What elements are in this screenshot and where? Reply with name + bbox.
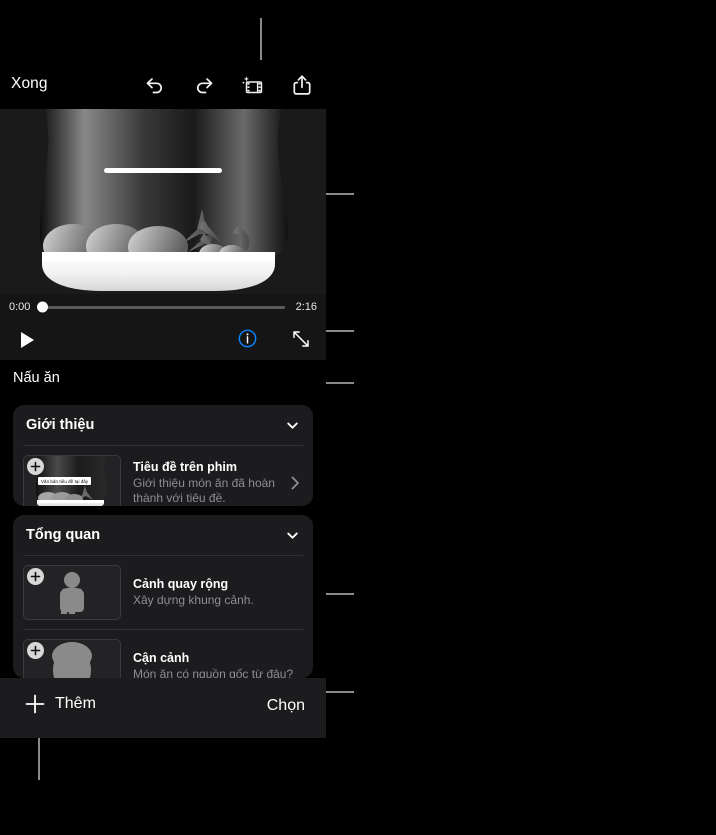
plus-badge-icon[interactable]	[27, 458, 44, 475]
row-thumbnail[interactable]	[23, 565, 121, 620]
plus-icon	[30, 571, 41, 582]
list-item[interactable]: Cận cảnh Món ăn có nguồn gốc từ đâu?	[13, 630, 313, 678]
row-thumbnail[interactable]	[23, 639, 121, 678]
toolbar-icon-group	[143, 60, 314, 109]
chevron-down-icon[interactable]	[285, 528, 300, 543]
page-title: Nấu ăn	[13, 370, 60, 386]
preview-illustration	[0, 109, 326, 294]
row-title: Tiêu đề trên phim	[133, 460, 237, 474]
redo-icon[interactable]	[192, 73, 216, 97]
section-title-overview: Tổng quan	[26, 527, 101, 543]
plus-badge-icon[interactable]	[27, 568, 44, 585]
bottom-action-bar: Thêm Chọn	[0, 678, 326, 738]
current-time-label: 0:00	[9, 301, 31, 313]
section-header-overview[interactable]: Tổng quan	[13, 515, 313, 555]
row-title: Cận cảnh	[133, 651, 190, 666]
storyboard-panel: Nấu ăn Giới thiệu Văn bản tiêu đề tại đâ…	[0, 360, 326, 678]
phone-screen: Xong 0:00 2:16 Nấu ăn Giới thiệu Văn bản…	[0, 60, 326, 738]
undo-icon[interactable]	[143, 73, 167, 97]
callout-line-preview	[326, 193, 354, 195]
list-item[interactable]: Cảnh quay rộng Xây dựng khung cảnh.	[13, 556, 313, 629]
playback-controls	[0, 320, 326, 360]
plus-badge-icon[interactable]	[27, 642, 44, 659]
plus-icon	[30, 461, 41, 472]
section-header-intro[interactable]: Giới thiệu	[13, 405, 313, 445]
storyboard-section-overview: Tổng quan Cảnh quay rộng Xây dựng khung …	[13, 515, 313, 678]
row-subtitle: Xây dựng khung cảnh.	[133, 593, 254, 608]
scrubber-bar: 0:00 2:16	[0, 294, 326, 320]
video-preview[interactable]	[0, 109, 326, 294]
thumbnail-caption: Văn bản tiêu đề tại đây	[38, 477, 92, 485]
row-thumbnail[interactable]: Văn bản tiêu đề tại đây	[23, 455, 121, 506]
row-text: Cận cảnh Món ăn có nguồn gốc từ đâu?	[133, 651, 303, 678]
home-indicator	[104, 168, 222, 173]
total-time-label: 2:16	[295, 301, 317, 313]
magic-movie-icon[interactable]	[241, 73, 265, 97]
row-text: Cảnh quay rộng Xây dựng khung cảnh.	[133, 577, 303, 608]
scrubber-track[interactable]	[37, 301, 285, 313]
add-button[interactable]: Thêm	[24, 693, 96, 715]
list-item[interactable]: Văn bản tiêu đề tại đây Tiêu đề trên phi…	[13, 446, 313, 506]
chevron-down-icon[interactable]	[285, 418, 300, 433]
section-title-intro: Giới thiệu	[26, 417, 95, 433]
info-circle-icon[interactable]	[238, 329, 257, 348]
row-subtitle: Giới thiệu món ăn đã hoàn thành với tiêu…	[133, 476, 275, 505]
expand-fullscreen-icon[interactable]	[291, 329, 311, 349]
storyboard-section-intro: Giới thiệu Văn bản tiêu đề tại đây Tiêu …	[13, 405, 313, 506]
share-icon[interactable]	[290, 73, 314, 97]
select-button[interactable]: Chọn	[267, 697, 305, 715]
row-text: Tiêu đề trên phim Giới thiệu món ăn đã h…	[133, 460, 290, 505]
play-icon[interactable]	[17, 330, 37, 350]
row-title: Cảnh quay rộng	[133, 577, 229, 592]
plus-icon	[25, 694, 45, 714]
row-subtitle: Món ăn có nguồn gốc từ đâu?	[133, 667, 294, 678]
top-toolbar: Xong	[0, 60, 326, 109]
done-button[interactable]: Xong	[11, 74, 48, 93]
add-button-label: Thêm	[55, 695, 96, 712]
scrubber-thumb[interactable]	[37, 301, 48, 313]
chevron-right-icon[interactable]	[290, 475, 301, 491]
plus-icon	[30, 645, 41, 656]
